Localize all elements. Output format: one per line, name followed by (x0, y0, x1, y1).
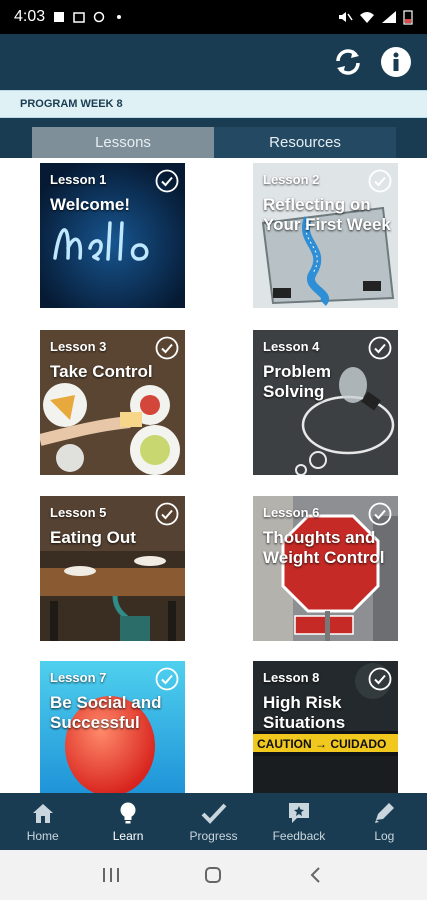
back-chevron-icon (310, 867, 320, 883)
completed-check-icon (368, 502, 392, 526)
status-time: 4:03 (14, 8, 46, 25)
completed-check-icon (155, 502, 179, 526)
nav-home-label: Home (26, 828, 59, 843)
completed-check-icon (155, 667, 179, 691)
lesson-title: High Risk Situations (263, 693, 346, 732)
wifi-icon (360, 12, 374, 23)
lesson-title: Thoughts and Weight Control (263, 528, 385, 567)
lightbulb-icon (120, 802, 136, 823)
home-circle-icon (205, 867, 222, 883)
back-button[interactable] (296, 860, 336, 890)
lesson-grid: Lesson 1 Welcome! Lesson 2 Reflecting on… (0, 158, 427, 793)
dot-icon (117, 15, 122, 19)
nav-home[interactable]: Home (0, 793, 85, 850)
refresh-icon (336, 49, 360, 75)
nav-feedback-label: Feedback (272, 828, 326, 843)
caution-tape-text: CAUTION → CUIDADO (257, 737, 386, 751)
app-header (0, 34, 427, 90)
tab-strip: Lessons Resources (0, 118, 427, 158)
sync-status-icon (93, 11, 105, 23)
nav-progress[interactable]: Progress (171, 793, 256, 850)
nav-learn-label: Learn (112, 828, 144, 843)
nav-learn[interactable]: Learn (85, 793, 170, 850)
nav-log[interactable]: Log (342, 793, 427, 850)
checkmark-icon (201, 803, 226, 824)
lesson-card-3[interactable]: Lesson 3 Take Control (40, 330, 185, 475)
lesson-title: Welcome! (50, 195, 130, 214)
completed-check-icon (368, 336, 392, 360)
info-icon (381, 47, 411, 77)
lesson-number: Lesson 7 (50, 670, 107, 685)
lesson-card-1[interactable]: Lesson 1 Welcome! (40, 163, 185, 308)
bottom-nav: Home Learn Progress Feedback Log (0, 793, 427, 850)
feedback-icon (288, 802, 309, 823)
info-button[interactable] (379, 45, 413, 79)
calendar-icon (73, 12, 85, 23)
pencil-icon (375, 802, 395, 823)
tab-lessons[interactable]: Lessons (32, 127, 214, 158)
lesson-card-5[interactable]: Lesson 5 Eating Out (40, 496, 185, 641)
lesson-number: Lesson 4 (263, 339, 320, 354)
lesson-title: Take Control (50, 362, 153, 381)
system-nav-bar (0, 850, 427, 900)
program-week-banner: PROGRAM WEEK 8 (0, 90, 427, 118)
refresh-button[interactable] (331, 45, 365, 79)
photo-icon (54, 12, 65, 22)
lesson-card-4[interactable]: Lesson 4 Problem Solving (253, 330, 398, 475)
lesson-title: Eating Out (50, 528, 136, 547)
lesson-number: Lesson 6 (263, 505, 320, 520)
recent-apps-icon (103, 868, 120, 882)
signal-icon (382, 11, 396, 23)
home-icon (32, 803, 53, 823)
lesson-card-6[interactable]: Lesson 6 Thoughts and Weight Control (253, 496, 398, 641)
status-bar: 4:03 (0, 0, 427, 34)
lesson-title: Be Social and Successful (50, 693, 162, 732)
nav-log-label: Log (374, 828, 395, 843)
lesson-card-7[interactable]: Lesson 7 Be Social and Successful (40, 661, 185, 793)
completed-check-icon (368, 169, 392, 193)
lesson-card-8[interactable]: CAUTION → CUIDADO Lesson 8 High Risk Sit… (253, 661, 398, 793)
lesson-title: Problem Solving (263, 362, 332, 401)
completed-check-icon (155, 169, 179, 193)
nav-feedback[interactable]: Feedback (256, 793, 341, 850)
nav-progress-label: Progress (189, 828, 238, 843)
completed-check-icon (155, 336, 179, 360)
lesson-number: Lesson 1 (50, 172, 107, 187)
battery-icon (403, 10, 413, 25)
lesson-number: Lesson 8 (263, 670, 320, 685)
lesson-number: Lesson 3 (50, 339, 107, 354)
lesson-number: Lesson 2 (263, 172, 320, 187)
mute-icon (339, 12, 353, 22)
app-root: 4:03 PROGRAM WEEK 8 Lessons Resources Le… (0, 0, 427, 900)
lesson-card-2[interactable]: Lesson 2 Reflecting on Your First Week (253, 163, 398, 308)
lesson-title: Reflecting on Your First Week (263, 195, 391, 234)
completed-check-icon (368, 667, 392, 691)
tab-resources[interactable]: Resources (214, 127, 396, 158)
home-system-button[interactable] (193, 860, 233, 890)
recent-apps-button[interactable] (91, 860, 131, 890)
lesson-number: Lesson 5 (50, 505, 107, 520)
